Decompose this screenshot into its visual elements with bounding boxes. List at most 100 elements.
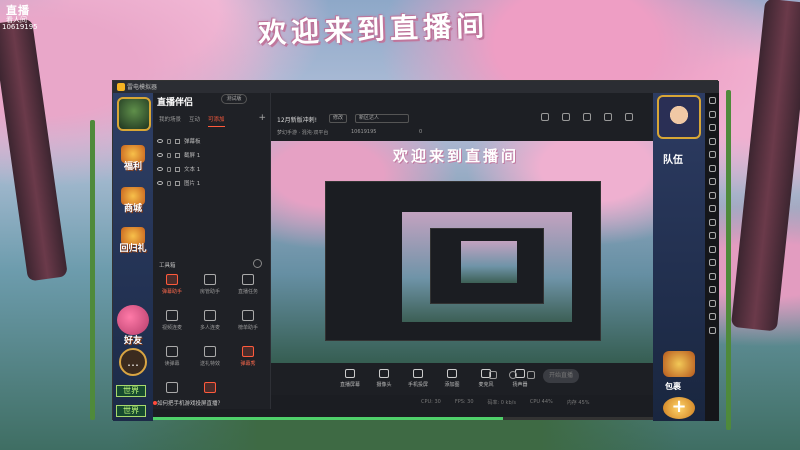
capture-screen-button[interactable]: 直播屏幕 xyxy=(335,369,365,388)
tab-my-scenes[interactable]: 我的场景 xyxy=(159,115,181,127)
folder-icon[interactable] xyxy=(708,232,716,239)
add-source-button[interactable]: + xyxy=(258,113,266,123)
sync-icon[interactable] xyxy=(708,245,716,253)
world-channel-button[interactable]: 世界 xyxy=(116,405,146,417)
volume-down-icon[interactable] xyxy=(708,178,716,185)
eye-icon[interactable] xyxy=(157,139,163,143)
game-left-bar: 福利 商城 回归礼 好友 … 世界 世界 xyxy=(113,93,153,421)
source-name: 图片 1 xyxy=(184,181,201,187)
tab-interact[interactable]: 互动 xyxy=(189,115,200,127)
more-icon[interactable] xyxy=(708,286,716,293)
status-item: CPU 44% xyxy=(529,399,553,405)
camera-icon xyxy=(379,369,389,378)
source-row[interactable]: 截屏 1 xyxy=(157,149,267,161)
tab-addable[interactable]: 可添加 xyxy=(208,115,225,127)
copy-icon[interactable] xyxy=(583,113,591,121)
location-icon[interactable] xyxy=(708,272,716,280)
volume-up-icon[interactable] xyxy=(708,164,716,172)
record-icon[interactable] xyxy=(708,151,716,158)
version-badge[interactable]: 测试版 xyxy=(221,94,247,104)
lock-icon[interactable] xyxy=(167,138,171,144)
tool-danmaku[interactable]: 弹幕助手 xyxy=(155,271,189,301)
source-icon xyxy=(175,152,180,158)
gamepad-icon[interactable] xyxy=(708,124,716,131)
apk-icon[interactable] xyxy=(708,218,716,226)
mall-label[interactable]: 商城 xyxy=(115,201,151,214)
nested-app-window xyxy=(430,228,544,304)
area-selector[interactable]: 新区达人 xyxy=(355,114,409,123)
character-portrait[interactable] xyxy=(657,95,701,139)
source-row[interactable]: 弹幕板 xyxy=(157,135,267,147)
tool-label: 弹幕助手 xyxy=(161,289,182,295)
video-link-icon xyxy=(166,310,178,321)
player-avatar[interactable] xyxy=(117,97,151,131)
expand-plus-button[interactable]: + xyxy=(663,397,695,419)
lock-icon[interactable] xyxy=(541,113,549,121)
tool-ranking[interactable]: 榜单助手 xyxy=(231,307,265,337)
help-tip[interactable]: 如何把手机游戏投屏直播？ xyxy=(157,399,223,407)
edit-title-button[interactable]: 修改 xyxy=(329,114,347,123)
streaming-app-window: 雷电模拟器 福利 商城 回归礼 好友 … 世界 世界 直播伴侣 测试版 我的场景… xyxy=(112,80,719,421)
bottom-toolbar: 直播屏幕 摄像头 手机投屏 添加图 麦克风 扬声器 xyxy=(271,363,653,395)
welfare-label[interactable]: 福利 xyxy=(115,159,151,172)
settings-icon[interactable] xyxy=(527,371,535,379)
tool-label: 房管助手 xyxy=(199,289,220,295)
eye-icon[interactable] xyxy=(509,371,517,379)
eye-icon[interactable] xyxy=(157,181,163,185)
add-media-button[interactable]: 添加图 xyxy=(437,369,467,388)
status-item: 内存 45% xyxy=(566,400,590,406)
shake-icon[interactable] xyxy=(708,191,716,199)
lock-icon[interactable] xyxy=(167,152,171,158)
keyboard-icon[interactable] xyxy=(708,110,716,118)
scene-tabs: 我的场景 互动 可添加 xyxy=(153,115,271,127)
tool-multi-link[interactable]: 多人连麦 xyxy=(193,307,227,337)
tool-room-admin[interactable]: 房管助手 xyxy=(193,271,227,301)
menu-icon[interactable] xyxy=(708,326,716,334)
lock-icon[interactable] xyxy=(167,180,171,186)
tool-label: 榜单助手 xyxy=(237,325,258,331)
back-icon[interactable] xyxy=(708,299,716,307)
source-row[interactable]: 图片 1 xyxy=(157,177,267,189)
start-live-button[interactable]: 开始直播 xyxy=(543,369,579,383)
backpack-label[interactable]: 包裹 xyxy=(665,381,681,392)
category-label[interactable]: 梦幻手游 · 混沌·双平台 xyxy=(277,129,328,136)
chat-bubble-icon[interactable]: … xyxy=(119,348,147,376)
source-name: 文本 1 xyxy=(184,167,201,173)
bamboo xyxy=(726,90,731,430)
tool-read-danmaku[interactable]: 读弹幕 xyxy=(155,343,189,373)
return-gift-label[interactable]: 回归礼 xyxy=(115,241,151,254)
tree-trunk-left xyxy=(0,18,68,282)
team-label[interactable]: 队伍 xyxy=(663,151,683,166)
screen-icon xyxy=(345,369,355,378)
power-icon[interactable] xyxy=(708,97,716,104)
eye-icon[interactable] xyxy=(157,153,163,157)
eye-icon[interactable] xyxy=(157,167,163,171)
live-preview[interactable]: 欢迎来到直播间 xyxy=(271,141,653,363)
record-icon[interactable] xyxy=(489,371,497,379)
bell-icon[interactable] xyxy=(604,113,612,121)
tool-gift-effect[interactable]: 送礼特效 xyxy=(193,343,227,373)
tool-danmaku-show[interactable]: 弹幕秀 xyxy=(231,343,265,373)
backpack-icon[interactable] xyxy=(663,351,695,377)
danmaku-icon xyxy=(166,274,178,285)
link-icon[interactable] xyxy=(625,113,633,121)
phone-icon xyxy=(413,369,423,378)
toolbox-settings-icon[interactable] xyxy=(253,259,262,268)
show-icon xyxy=(242,346,254,357)
camera-button[interactable]: 摄像头 xyxy=(369,369,399,388)
friends-icon[interactable] xyxy=(117,305,149,335)
world-channel-button[interactable]: 世界 xyxy=(116,385,146,397)
source-row[interactable]: 文本 1 xyxy=(157,163,267,175)
tool-live-task[interactable]: 直播任务 xyxy=(231,271,265,301)
friends-label[interactable]: 好友 xyxy=(115,333,151,346)
lock-icon[interactable] xyxy=(167,166,171,172)
status-item: CPU: 30 xyxy=(421,399,441,405)
scissors-icon[interactable] xyxy=(708,205,716,212)
home-icon[interactable] xyxy=(708,313,716,320)
rotate-icon[interactable] xyxy=(708,259,716,266)
share-icon[interactable] xyxy=(562,113,570,121)
screenshot-icon[interactable] xyxy=(708,137,716,145)
control-panel: 直播伴侣 测试版 我的场景 互动 可添加 + 弹幕板 截屏 1 文本 1 图片 … xyxy=(153,93,271,409)
tool-video-link[interactable]: 视频连麦 xyxy=(155,307,189,337)
phone-cast-button[interactable]: 手机投屏 xyxy=(403,369,433,388)
